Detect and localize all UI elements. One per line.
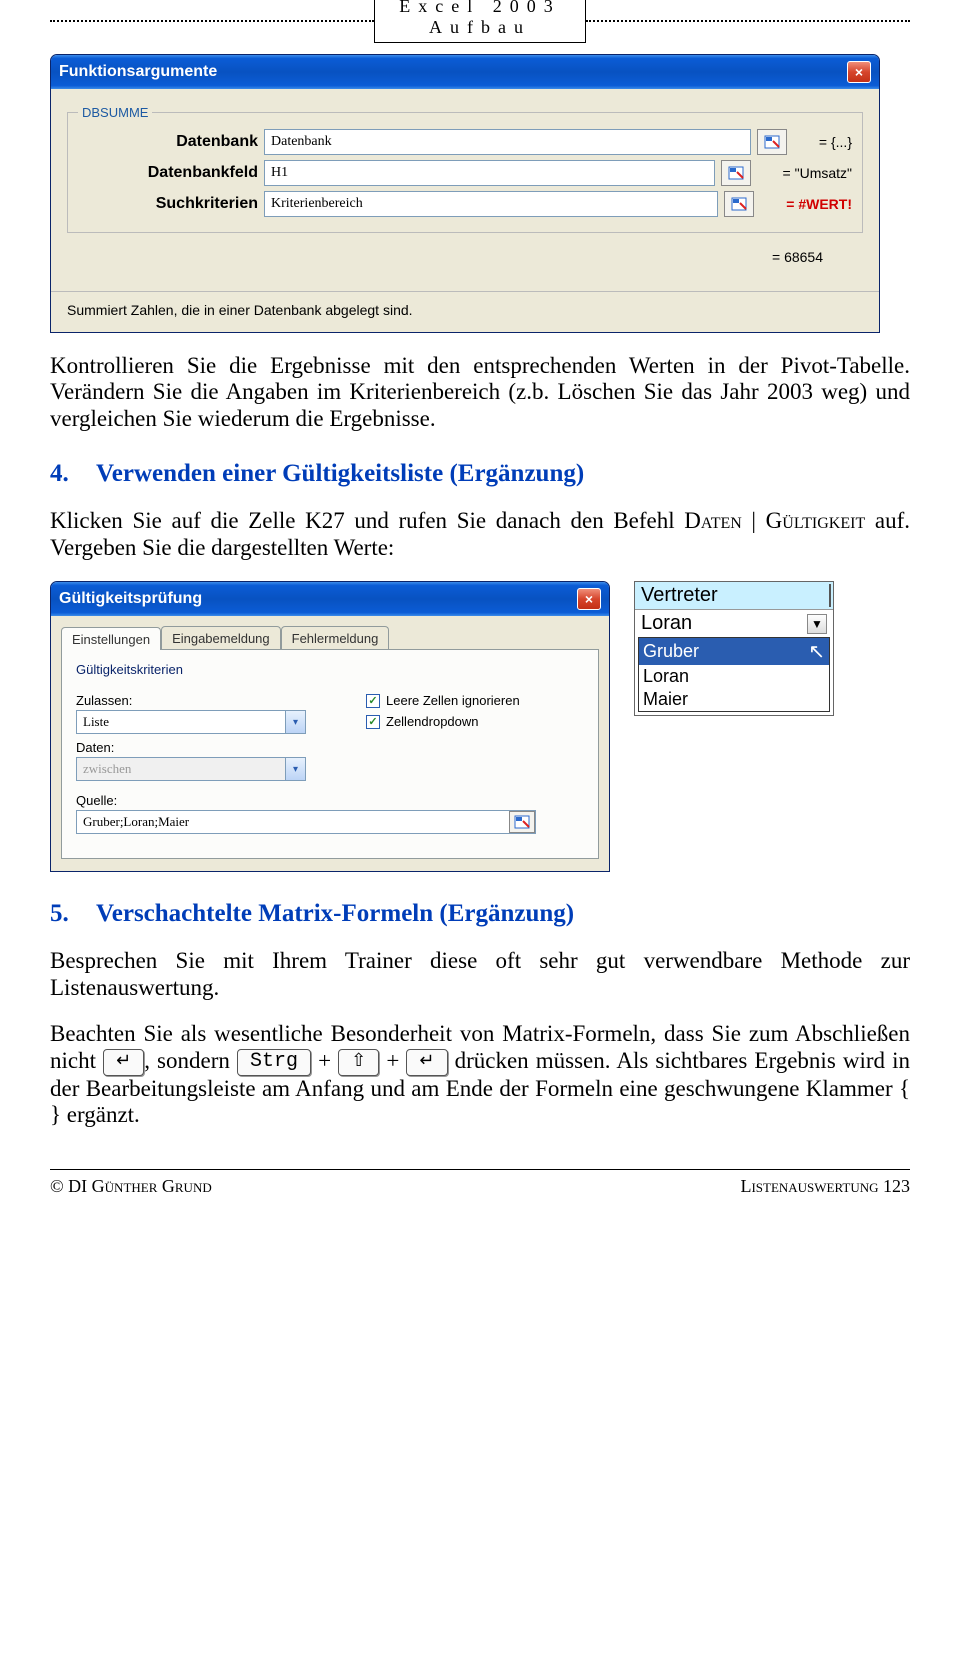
function-name: DBSUMME <box>78 105 152 120</box>
section5-title: Verschachtelte Matrix-Formeln (Ergänzung… <box>96 900 574 928</box>
function-result: = 68654 <box>67 239 863 271</box>
function-arguments-dialog: Funktionsargumente × DBSUMME Datenbank =… <box>50 54 880 333</box>
range-select-icon[interactable] <box>724 191 754 217</box>
close-icon[interactable]: × <box>577 588 601 610</box>
column-header: Vertreter <box>635 582 833 610</box>
dialog-titlebar[interactable]: Gültigkeitsprüfung × <box>51 582 609 616</box>
range-select-icon[interactable] <box>721 160 751 186</box>
section5-number: 5. <box>50 900 84 928</box>
menu-command: Daten | Gültigkeit <box>684 508 865 533</box>
section4-paragraph: Klicken Sie auf die Zelle K27 und rufen … <box>50 508 910 561</box>
tab-panel-settings: Gültigkeitskriterien Zulassen: Liste ▾ D… <box>61 649 599 859</box>
section4-number: 4. <box>50 460 84 488</box>
key-enter: ↵ <box>103 1049 144 1076</box>
group-title: Gültigkeitskriterien <box>76 662 584 677</box>
tab-eingabemeldung[interactable]: Eingabemeldung <box>161 626 281 649</box>
list-item[interactable]: Loran <box>639 665 829 688</box>
arg-eval: = "Umsatz" <box>783 165 852 181</box>
data-label: Daten: <box>76 740 306 755</box>
function-description: Summiert Zahlen, die in einer Datenbank … <box>51 291 879 332</box>
key-shift: ⇧ <box>338 1049 379 1076</box>
body-paragraph: Kontrollieren Sie die Ergebnisse mit den… <box>50 353 910 432</box>
checkbox-icon[interactable]: ✓ <box>366 715 380 729</box>
data-combobox: zwischen ▾ <box>76 757 306 781</box>
tab-fehlermeldung[interactable]: Fehlermeldung <box>281 626 390 649</box>
source-label: Quelle: <box>76 793 584 808</box>
page-footer: © DI Günther Grund Listenauswertung 123 <box>50 1169 910 1197</box>
footer-section-page: Listenauswertung 123 <box>740 1176 910 1197</box>
arg-eval-error: = #WERT! <box>786 196 852 212</box>
section4-title: Verwenden einer Gültigkeitsliste (Ergänz… <box>96 460 584 488</box>
source-input[interactable]: Gruber;Loran;Maier <box>76 810 536 834</box>
arg-label: Datenbankfeld <box>78 164 258 182</box>
dialog-title: Funktionsargumente <box>59 63 217 81</box>
list-item[interactable]: Maier <box>639 688 829 711</box>
arg-row-suchkriterien: Suchkriterien = #WERT! <box>78 191 852 217</box>
allow-combobox[interactable]: Liste ▾ <box>76 710 306 734</box>
arg-label: Suchkriterien <box>78 195 258 213</box>
dialog-title: Gültigkeitsprüfung <box>59 590 202 608</box>
arg-row-datenbankfeld: Datenbankfeld = "Umsatz" <box>78 160 852 186</box>
section4-heading: 4. Verwenden einer Gültigkeitsliste (Erg… <box>50 460 910 488</box>
page-header: Excel 2003 Aufbau <box>50 10 910 24</box>
header-rule-left <box>50 20 374 22</box>
key-enter: ↵ <box>406 1049 447 1076</box>
section5-paragraph: Besprechen Sie mit Ihrem Trainer diese o… <box>50 948 910 1001</box>
selected-cell[interactable]: Loran ▼ <box>635 610 833 637</box>
cursor-icon: ↖ <box>808 639 825 664</box>
key-ctrl: Strg <box>237 1049 311 1076</box>
check-ignore-blank[interactable]: ✓ Leere Zellen ignorieren <box>366 693 520 708</box>
arg-label: Datenbank <box>78 133 258 151</box>
data-validation-dialog: Gültigkeitsprüfung × Einstellungen Einga… <box>50 581 610 872</box>
dropdown-icon[interactable]: ▼ <box>807 614 827 634</box>
arg-input-suchkriterien[interactable] <box>264 191 718 217</box>
chevron-down-icon[interactable]: ▾ <box>285 711 305 733</box>
arg-row-datenbank: Datenbank = {...} <box>78 129 852 155</box>
chevron-down-icon: ▾ <box>285 758 305 780</box>
dropdown-list[interactable]: Gruber ↖ Loran Maier <box>638 637 830 712</box>
range-select-icon[interactable] <box>757 129 787 155</box>
section5-heading: 5. Verschachtelte Matrix-Formeln (Ergänz… <box>50 900 910 928</box>
checkbox-icon[interactable]: ✓ <box>366 694 380 708</box>
tab-strip: Einstellungen Eingabemeldung Fehlermeldu… <box>51 626 609 649</box>
function-group: DBSUMME Datenbank = {...} Datenbankfeld <box>67 105 863 233</box>
header-rule-right <box>586 20 910 22</box>
close-icon[interactable]: × <box>847 61 871 83</box>
arg-input-datenbank[interactable] <box>264 129 751 155</box>
tab-einstellungen[interactable]: Einstellungen <box>61 627 161 650</box>
dialog-titlebar[interactable]: Funktionsargumente × <box>51 55 879 89</box>
range-select-icon[interactable] <box>509 811 535 833</box>
excel-dropdown-preview: Vertreter Loran ▼ Gruber ↖ Loran Maier <box>634 581 834 716</box>
footer-author: © DI Günther Grund <box>50 1176 212 1197</box>
allow-label: Zulassen: <box>76 693 306 708</box>
header-title-line1: Excel 2003 <box>399 0 560 17</box>
header-title-line2: Aufbau <box>399 17 560 38</box>
list-item[interactable]: Gruber ↖ <box>639 638 829 665</box>
arg-eval: = {...} <box>819 134 852 150</box>
arg-input-datenbankfeld[interactable] <box>264 160 715 186</box>
section5-paragraph-keys: Beachten Sie als wesentliche Besonderhei… <box>50 1021 910 1129</box>
header-title-box: Excel 2003 Aufbau <box>374 0 585 43</box>
check-incell-dropdown[interactable]: ✓ Zellendropdown <box>366 714 520 729</box>
